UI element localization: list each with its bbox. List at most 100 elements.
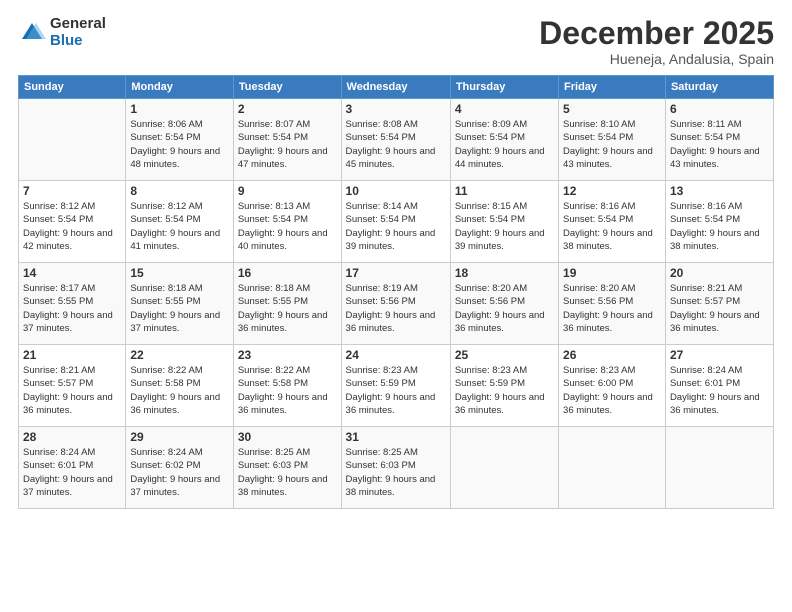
day-number: 17: [346, 266, 446, 280]
calendar-week-row: 7 Sunrise: 8:12 AMSunset: 5:54 PMDaylight…: [19, 181, 774, 263]
day-number: 30: [238, 430, 337, 444]
table-row: 16 Sunrise: 8:18 AMSunset: 5:55 PMDayligh…: [233, 263, 341, 345]
day-number: 10: [346, 184, 446, 198]
table-row: 28Sunrise: 8:24 AMSunset: 6:01 PMDayligh…: [19, 427, 126, 509]
day-detail: Sunrise: 8:10 AMSunset: 5:54 PMDaylight:…: [563, 118, 661, 171]
title-area: December 2025 Hueneja, Andalusia, Spain: [539, 16, 774, 67]
day-detail: Sunrise: 8:25 AMSunset: 6:03 PMDaylight:…: [346, 446, 446, 499]
day-number: 2: [238, 102, 337, 116]
header-friday: Friday: [559, 76, 666, 99]
day-detail: Sunrise: 8:07 AMSunset: 5:54 PMDaylight:…: [238, 118, 337, 171]
day-number: 3: [346, 102, 446, 116]
calendar-table: Sunday Monday Tuesday Wednesday Thursday…: [18, 75, 774, 509]
table-row: 30 Sunrise: 8:25 AMSunset: 6:03 PMDayligh…: [233, 427, 341, 509]
day-number: 13: [670, 184, 769, 198]
day-number: 24: [346, 348, 446, 362]
logo: General Blue: [18, 16, 106, 49]
day-number: 21: [23, 348, 121, 362]
day-detail: Sunrise: 8:18 AMSunset: 5:55 PMDaylight:…: [130, 282, 229, 335]
calendar-week-row: 1 Sunrise: 8:06 AMSunset: 5:54 PMDaylight…: [19, 99, 774, 181]
day-number: 4: [455, 102, 554, 116]
calendar-week-row: 14Sunrise: 8:17 AMSunset: 5:55 PMDayligh…: [19, 263, 774, 345]
table-row: 3 Sunrise: 8:08 AMSunset: 5:54 PMDaylight…: [341, 99, 450, 181]
calendar-week-row: 28Sunrise: 8:24 AMSunset: 6:01 PMDayligh…: [19, 427, 774, 509]
table-row: 2 Sunrise: 8:07 AMSunset: 5:54 PMDaylight…: [233, 99, 341, 181]
day-detail: Sunrise: 8:24 AMSunset: 6:02 PMDaylight:…: [130, 446, 229, 499]
day-detail: Sunrise: 8:12 AMSunset: 5:54 PMDaylight:…: [130, 200, 229, 253]
day-detail: Sunrise: 8:24 AMSunset: 6:01 PMDaylight:…: [670, 364, 769, 417]
day-number: 28: [23, 430, 121, 444]
day-number: 31: [346, 430, 446, 444]
day-detail: Sunrise: 8:06 AMSunset: 5:54 PMDaylight:…: [130, 118, 229, 171]
day-detail: Sunrise: 8:15 AMSunset: 5:54 PMDaylight:…: [455, 200, 554, 253]
day-detail: Sunrise: 8:16 AMSunset: 5:54 PMDaylight:…: [670, 200, 769, 253]
table-row: [665, 427, 773, 509]
table-row: 15 Sunrise: 8:18 AMSunset: 5:55 PMDayligh…: [126, 263, 234, 345]
header-sunday: Sunday: [19, 76, 126, 99]
day-detail: Sunrise: 8:22 AMSunset: 5:58 PMDaylight:…: [130, 364, 229, 417]
table-row: 18 Sunrise: 8:20 AMSunset: 5:56 PMDayligh…: [450, 263, 558, 345]
day-detail: Sunrise: 8:25 AMSunset: 6:03 PMDaylight:…: [238, 446, 337, 499]
table-row: 10Sunrise: 8:14 AMSunset: 5:54 PMDayligh…: [341, 181, 450, 263]
table-row: [559, 427, 666, 509]
day-number: 18: [455, 266, 554, 280]
logo-icon: [18, 19, 46, 47]
day-number: 6: [670, 102, 769, 116]
table-row: 22 Sunrise: 8:22 AMSunset: 5:58 PMDayligh…: [126, 345, 234, 427]
day-number: 26: [563, 348, 661, 362]
logo-general-text: General: [50, 16, 106, 33]
table-row: 27 Sunrise: 8:24 AMSunset: 6:01 PMDayligh…: [665, 345, 773, 427]
table-row: 23 Sunrise: 8:22 AMSunset: 5:58 PMDayligh…: [233, 345, 341, 427]
table-row: 14Sunrise: 8:17 AMSunset: 5:55 PMDayligh…: [19, 263, 126, 345]
header-tuesday: Tuesday: [233, 76, 341, 99]
header-saturday: Saturday: [665, 76, 773, 99]
day-number: 23: [238, 348, 337, 362]
table-row: 17Sunrise: 8:19 AMSunset: 5:56 PMDayligh…: [341, 263, 450, 345]
day-detail: Sunrise: 8:23 AMSunset: 6:00 PMDaylight:…: [563, 364, 661, 417]
table-row: 24 Sunrise: 8:23 AMSunset: 5:59 PMDayligh…: [341, 345, 450, 427]
day-detail: Sunrise: 8:17 AMSunset: 5:55 PMDaylight:…: [23, 282, 121, 335]
table-row: 31 Sunrise: 8:25 AMSunset: 6:03 PMDayligh…: [341, 427, 450, 509]
day-detail: Sunrise: 8:16 AMSunset: 5:54 PMDaylight:…: [563, 200, 661, 253]
calendar-header-row: Sunday Monday Tuesday Wednesday Thursday…: [19, 76, 774, 99]
day-detail: Sunrise: 8:21 AMSunset: 5:57 PMDaylight:…: [670, 282, 769, 335]
day-detail: Sunrise: 8:20 AMSunset: 5:56 PMDaylight:…: [455, 282, 554, 335]
day-number: 22: [130, 348, 229, 362]
table-row: 1 Sunrise: 8:06 AMSunset: 5:54 PMDaylight…: [126, 99, 234, 181]
table-row: 6 Sunrise: 8:11 AMSunset: 5:54 PMDaylight…: [665, 99, 773, 181]
table-row: [450, 427, 558, 509]
day-number: 15: [130, 266, 229, 280]
day-number: 29: [130, 430, 229, 444]
day-number: 27: [670, 348, 769, 362]
table-row: 5Sunrise: 8:10 AMSunset: 5:54 PMDaylight…: [559, 99, 666, 181]
day-number: 7: [23, 184, 121, 198]
table-row: 12Sunrise: 8:16 AMSunset: 5:54 PMDayligh…: [559, 181, 666, 263]
day-number: 20: [670, 266, 769, 280]
day-detail: Sunrise: 8:13 AMSunset: 5:54 PMDaylight:…: [238, 200, 337, 253]
day-number: 16: [238, 266, 337, 280]
day-number: 8: [130, 184, 229, 198]
header-area: General Blue December 2025 Hueneja, Anda…: [18, 16, 774, 67]
day-number: 1: [130, 102, 229, 116]
day-detail: Sunrise: 8:21 AMSunset: 5:57 PMDaylight:…: [23, 364, 121, 417]
day-detail: Sunrise: 8:08 AMSunset: 5:54 PMDaylight:…: [346, 118, 446, 171]
day-detail: Sunrise: 8:22 AMSunset: 5:58 PMDaylight:…: [238, 364, 337, 417]
day-number: 19: [563, 266, 661, 280]
table-row: 11Sunrise: 8:15 AMSunset: 5:54 PMDayligh…: [450, 181, 558, 263]
table-row: 19 Sunrise: 8:20 AMSunset: 5:56 PMDayligh…: [559, 263, 666, 345]
table-row: 13 Sunrise: 8:16 AMSunset: 5:54 PMDayligh…: [665, 181, 773, 263]
table-row: 8 Sunrise: 8:12 AMSunset: 5:54 PMDaylight…: [126, 181, 234, 263]
day-number: 9: [238, 184, 337, 198]
table-row: 21 Sunrise: 8:21 AMSunset: 5:57 PMDayligh…: [19, 345, 126, 427]
day-detail: Sunrise: 8:23 AMSunset: 5:59 PMDaylight:…: [346, 364, 446, 417]
day-detail: Sunrise: 8:11 AMSunset: 5:54 PMDaylight:…: [670, 118, 769, 171]
day-detail: Sunrise: 8:09 AMSunset: 5:54 PMDaylight:…: [455, 118, 554, 171]
header-monday: Monday: [126, 76, 234, 99]
day-detail: Sunrise: 8:12 AMSunset: 5:54 PMDaylight:…: [23, 200, 121, 253]
table-row: 29 Sunrise: 8:24 AMSunset: 6:02 PMDayligh…: [126, 427, 234, 509]
month-title: December 2025: [539, 16, 774, 51]
day-detail: Sunrise: 8:20 AMSunset: 5:56 PMDaylight:…: [563, 282, 661, 335]
day-detail: Sunrise: 8:18 AMSunset: 5:55 PMDaylight:…: [238, 282, 337, 335]
calendar-week-row: 21 Sunrise: 8:21 AMSunset: 5:57 PMDayligh…: [19, 345, 774, 427]
table-row: 26 Sunrise: 8:23 AMSunset: 6:00 PMDayligh…: [559, 345, 666, 427]
